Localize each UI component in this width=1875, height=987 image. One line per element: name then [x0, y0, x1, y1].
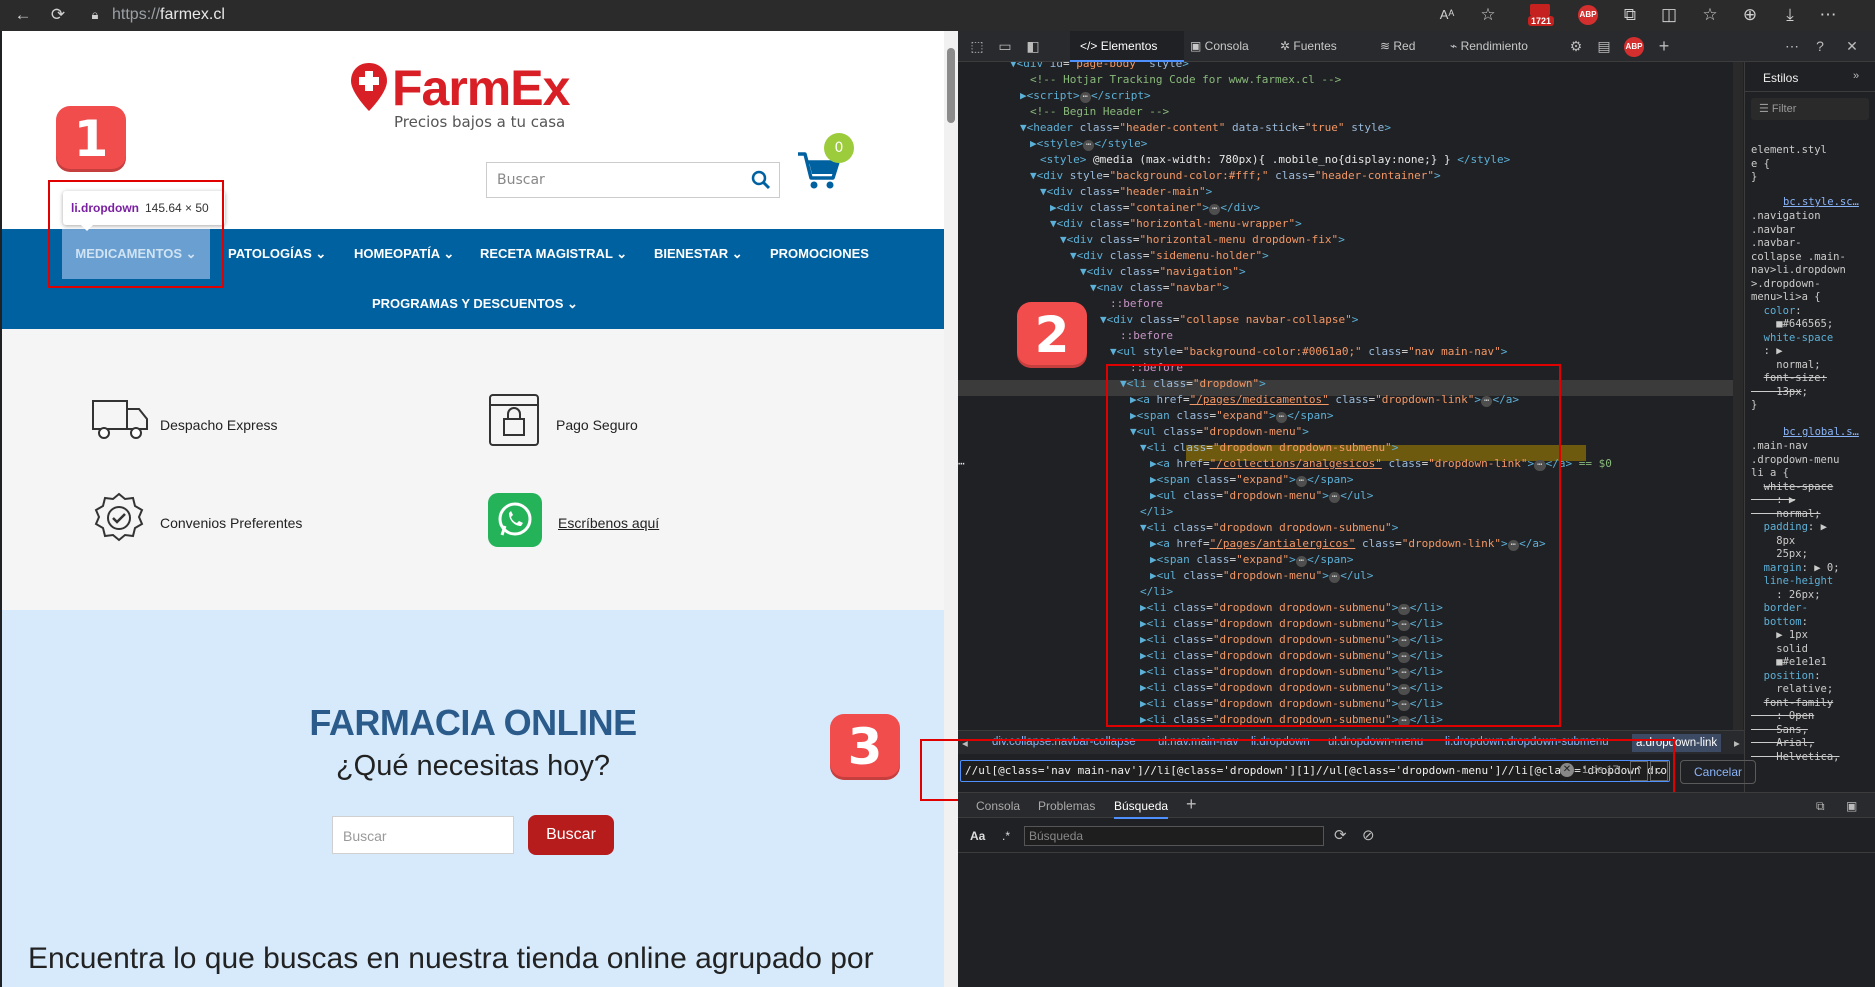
nav-item-bienestar[interactable]: BIENESTAR ⌄	[654, 229, 743, 279]
code-icon: </>	[1080, 39, 1098, 53]
inspect-element-icon[interactable]: ⬚	[966, 31, 988, 62]
header-search-input[interactable]: Buscar	[486, 162, 780, 198]
collections-icon[interactable]: ⊕	[1737, 3, 1763, 27]
search-icon[interactable]	[751, 170, 771, 190]
cart-count-badge: 0	[824, 133, 854, 163]
breadcrumb-next-icon[interactable]: ▸	[1734, 736, 1740, 750]
clear-results-icon[interactable]: ⊘	[1362, 826, 1375, 844]
nav-item-homeopatia[interactable]: HOMEOPATÍA ⌄	[354, 229, 454, 279]
more-options-icon[interactable]: ⋯	[1815, 3, 1841, 27]
tab-red[interactable]: ≋ Red	[1380, 31, 1415, 62]
dock-drawer-icon[interactable]: ⧉	[1816, 793, 1825, 819]
annotation-marker-1: 1	[56, 106, 126, 172]
annotation-box-nav	[48, 180, 224, 288]
close-devtools-icon[interactable]: ✕	[1842, 31, 1862, 62]
settings-gear-icon[interactable]: ⚙	[1566, 31, 1586, 62]
styles-pane: Estilos » ☰ Filter element.styl e { } bc…	[1744, 62, 1875, 792]
annotation-box-dom	[1106, 364, 1561, 727]
cancel-search-button[interactable]: Cancelar	[1680, 760, 1756, 784]
puzzle-extensions-icon[interactable]: ⧉	[1617, 3, 1643, 27]
secure-payment-icon	[489, 394, 539, 446]
devtools-more-icon[interactable]: ⋯	[1782, 31, 1802, 62]
feature-escribenos-link[interactable]: Escríbenos aquí	[558, 515, 659, 531]
read-aloud-icon[interactable]: Aᴬ	[1434, 3, 1460, 27]
split-screen-icon[interactable]: ◫	[1656, 3, 1682, 27]
whatsapp-icon[interactable]	[488, 493, 542, 547]
notification-badge: 1721	[1528, 16, 1555, 26]
url-scheme: https://	[112, 6, 161, 23]
refresh-search-icon[interactable]: ⟳	[1334, 826, 1347, 844]
hero-search-input[interactable]: Buscar	[332, 816, 514, 854]
feature-pago: Pago Seguro	[556, 417, 638, 433]
drawer-add-tab-icon[interactable]: +	[1186, 791, 1197, 817]
feature-convenios: Convenios Preferentes	[160, 515, 303, 531]
drawer-tab-consola[interactable]: Consola	[976, 793, 1020, 819]
hero-subtitle: ¿Qué necesitas hoy?	[335, 750, 611, 782]
match-case-toggle[interactable]: Aa	[970, 829, 985, 843]
site-tagline: Precios bajos a tu casa	[394, 113, 566, 131]
annotation-marker-2: 2	[1017, 302, 1087, 368]
drawer-tab-busqueda[interactable]: Búsqueda	[1114, 793, 1169, 819]
feature-despacho: Despacho Express	[160, 417, 278, 433]
nav-item-patologias[interactable]: PATOLOGÍAS ⌄	[228, 229, 326, 279]
url-host: farmex.cl	[160, 6, 225, 23]
devtools-tabbar: ⬚ ▭ ◧ </> Elementos ▣ Consola ✲ Fuentes …	[958, 31, 1875, 62]
address-bar[interactable]: https://farmex.cl	[112, 2, 1212, 28]
close-drawer-icon[interactable]: ▣	[1846, 793, 1857, 819]
hero-title: FARMACIA ONLINE	[309, 702, 637, 743]
hero-section	[2, 610, 944, 987]
add-tab-icon[interactable]: +	[1654, 31, 1674, 62]
annotation-marker-3: 3	[830, 714, 900, 780]
tab-fuentes[interactable]: ✲ Fuentes	[1280, 31, 1337, 62]
tab-consola[interactable]: ▣ Consola	[1190, 31, 1249, 62]
dom-tree-scrollbar[interactable]	[1733, 62, 1743, 730]
pharmacy-cross-logo-icon	[351, 63, 387, 111]
page-scrollbar-thumb[interactable]	[947, 48, 955, 123]
site-logo[interactable]: FarmEx	[392, 59, 570, 117]
search-placeholder: Buscar	[497, 172, 545, 188]
lock-icon[interactable]: 🔒︎	[82, 3, 108, 27]
favorite-star-icon[interactable]: ☆	[1475, 3, 1501, 27]
hero-search-button[interactable]: Buscar	[528, 815, 614, 855]
devtools-abp-icon[interactable]: ABP	[1624, 37, 1644, 57]
styles-more-icon[interactable]: »	[1853, 70, 1859, 82]
features-section: Despacho Express Pago Seguro Convenios P…	[2, 329, 944, 610]
refresh-icon[interactable]: ⟳	[45, 3, 71, 27]
nav-item-receta-magistral[interactable]: RECETA MAGISTRAL ⌄	[480, 229, 627, 279]
download-icon[interactable]: ⤓	[1777, 3, 1803, 27]
help-icon[interactable]: ?	[1810, 31, 1830, 62]
page-scrollbar[interactable]	[944, 31, 958, 987]
adblock-icon[interactable]: ABP	[1578, 5, 1598, 25]
tab-estilos[interactable]: Estilos	[1763, 71, 1798, 85]
drawer-tabbar: Consola Problemas Búsqueda + ⧉ ▣	[958, 791, 1875, 819]
drawer-tab-problemas[interactable]: Problemas	[1038, 793, 1095, 819]
nav-item-programas[interactable]: PROGRAMAS Y DESCUENTOS ⌄	[372, 279, 578, 329]
delivery-truck-icon	[92, 400, 148, 439]
regex-toggle[interactable]: .*	[1002, 829, 1010, 843]
back-icon[interactable]: ←	[10, 3, 36, 27]
extension-icon[interactable]: 1721	[1528, 4, 1555, 26]
favorites-icon[interactable]: ☆	[1697, 3, 1723, 27]
drawer-divider	[958, 852, 1875, 853]
tab-rendimiento[interactable]: ⌁ Rendimiento	[1450, 31, 1528, 62]
styles-filter-input[interactable]: ☰ Filter	[1751, 98, 1869, 120]
application-icon[interactable]: ▤	[1594, 31, 1614, 62]
device-toolbar-icon[interactable]: ▭	[994, 31, 1016, 62]
nav-item-promociones[interactable]: PROMOCIONES	[770, 229, 869, 279]
tab-elementos[interactable]: </> Elementos	[1070, 31, 1184, 62]
browser-toolbar: ← ⟳ 🔒︎ https://farmex.cl Aᴬ ☆ 1721 ABP ⧉…	[0, 0, 1875, 31]
drawer-search-input[interactable]: Búsqueda	[1024, 826, 1324, 846]
category-intro-text: Encuentra lo que buscas en nuestra tiend…	[28, 942, 874, 975]
certified-badge-icon	[94, 492, 144, 542]
sidebar-toggle-icon[interactable]: ◧	[1022, 31, 1044, 62]
